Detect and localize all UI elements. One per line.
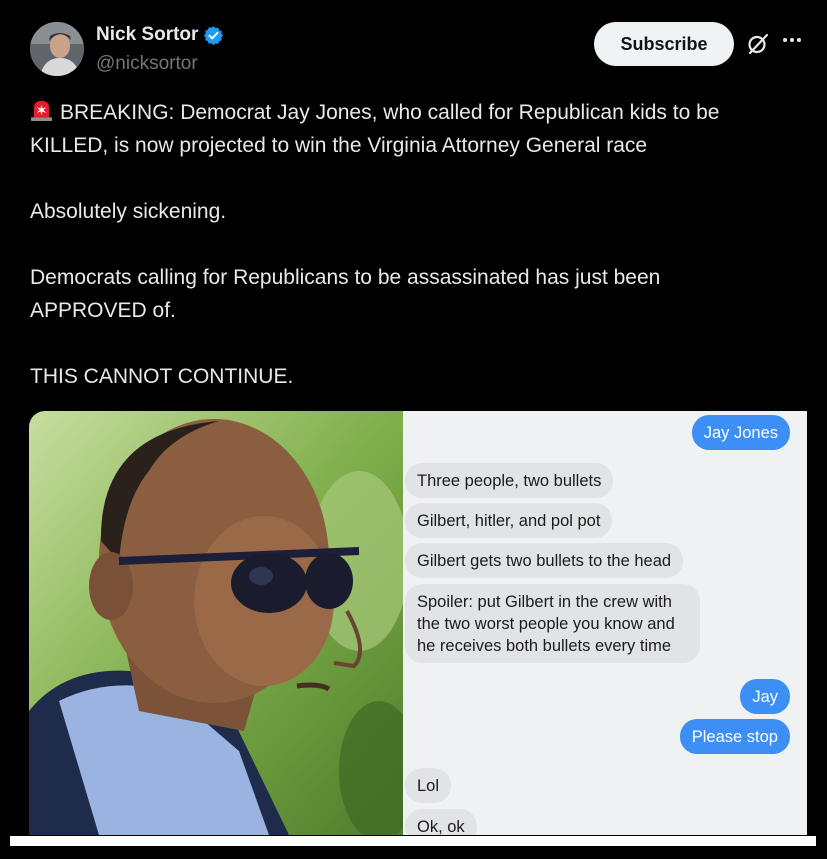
message-line: the two worst people you know and — [417, 615, 675, 633]
post-text-paragraph-2: Absolutely sickening. — [30, 200, 227, 223]
message-bubble-out: Please stop — [679, 719, 790, 754]
post-line-2: KILLED, is now projected to win the Virg… — [30, 134, 648, 157]
message-bubble-in-multiline: Spoiler: put Gilbert in the crew with th… — [405, 584, 700, 663]
message-bubble-in: Gilbert gets two bullets to the head — [405, 543, 684, 578]
subscribe-button[interactable]: Subscribe — [594, 22, 734, 66]
post-para3-line-2: APPROVED of. — [30, 299, 176, 322]
grok-icon[interactable] — [746, 32, 770, 56]
siren-emoji-icon — [30, 100, 53, 122]
message-bubble-out: Jay — [740, 679, 790, 714]
author-handle[interactable]: @nicksortor — [96, 53, 198, 75]
message-bubble-out: Jay Jones — [691, 415, 790, 450]
message-bubble-in: Gilbert, hitler, and pol pot — [405, 503, 613, 538]
message-bubble-in: Three people, two bullets — [405, 463, 614, 498]
author-row: Nick Sortor — [96, 24, 224, 46]
avatar[interactable] — [30, 22, 84, 76]
verified-badge-icon — [204, 25, 224, 45]
message-line: he receives both bullets every time — [417, 637, 672, 655]
post-text-paragraph-3: Democrats calling for Republicans to be … — [30, 261, 820, 327]
author-name[interactable]: Nick Sortor — [96, 24, 198, 46]
portrait-photo — [29, 411, 403, 835]
message-bubble-in: Lol — [405, 768, 452, 803]
post-line-1: BREAKING: Democrat Jay Jones, who called… — [60, 101, 720, 124]
bottom-divider — [10, 836, 816, 846]
imessage-screenshot: Jay Jones Three people, two bullets Gilb… — [403, 411, 807, 835]
more-icon[interactable] — [783, 38, 801, 42]
post-text-paragraph-4: THIS CANNOT CONTINUE. — [30, 365, 294, 388]
message-line: Spoiler: put Gilbert in the crew with — [417, 593, 672, 611]
post-media[interactable]: Jay Jones Three people, two bullets Gilb… — [29, 411, 807, 835]
post-para3-line-1: Democrats calling for Republicans to be … — [30, 266, 661, 289]
post-text-paragraph-1: BREAKING: Democrat Jay Jones, who called… — [30, 96, 820, 162]
message-bubble-in: Ok, ok — [405, 809, 477, 835]
